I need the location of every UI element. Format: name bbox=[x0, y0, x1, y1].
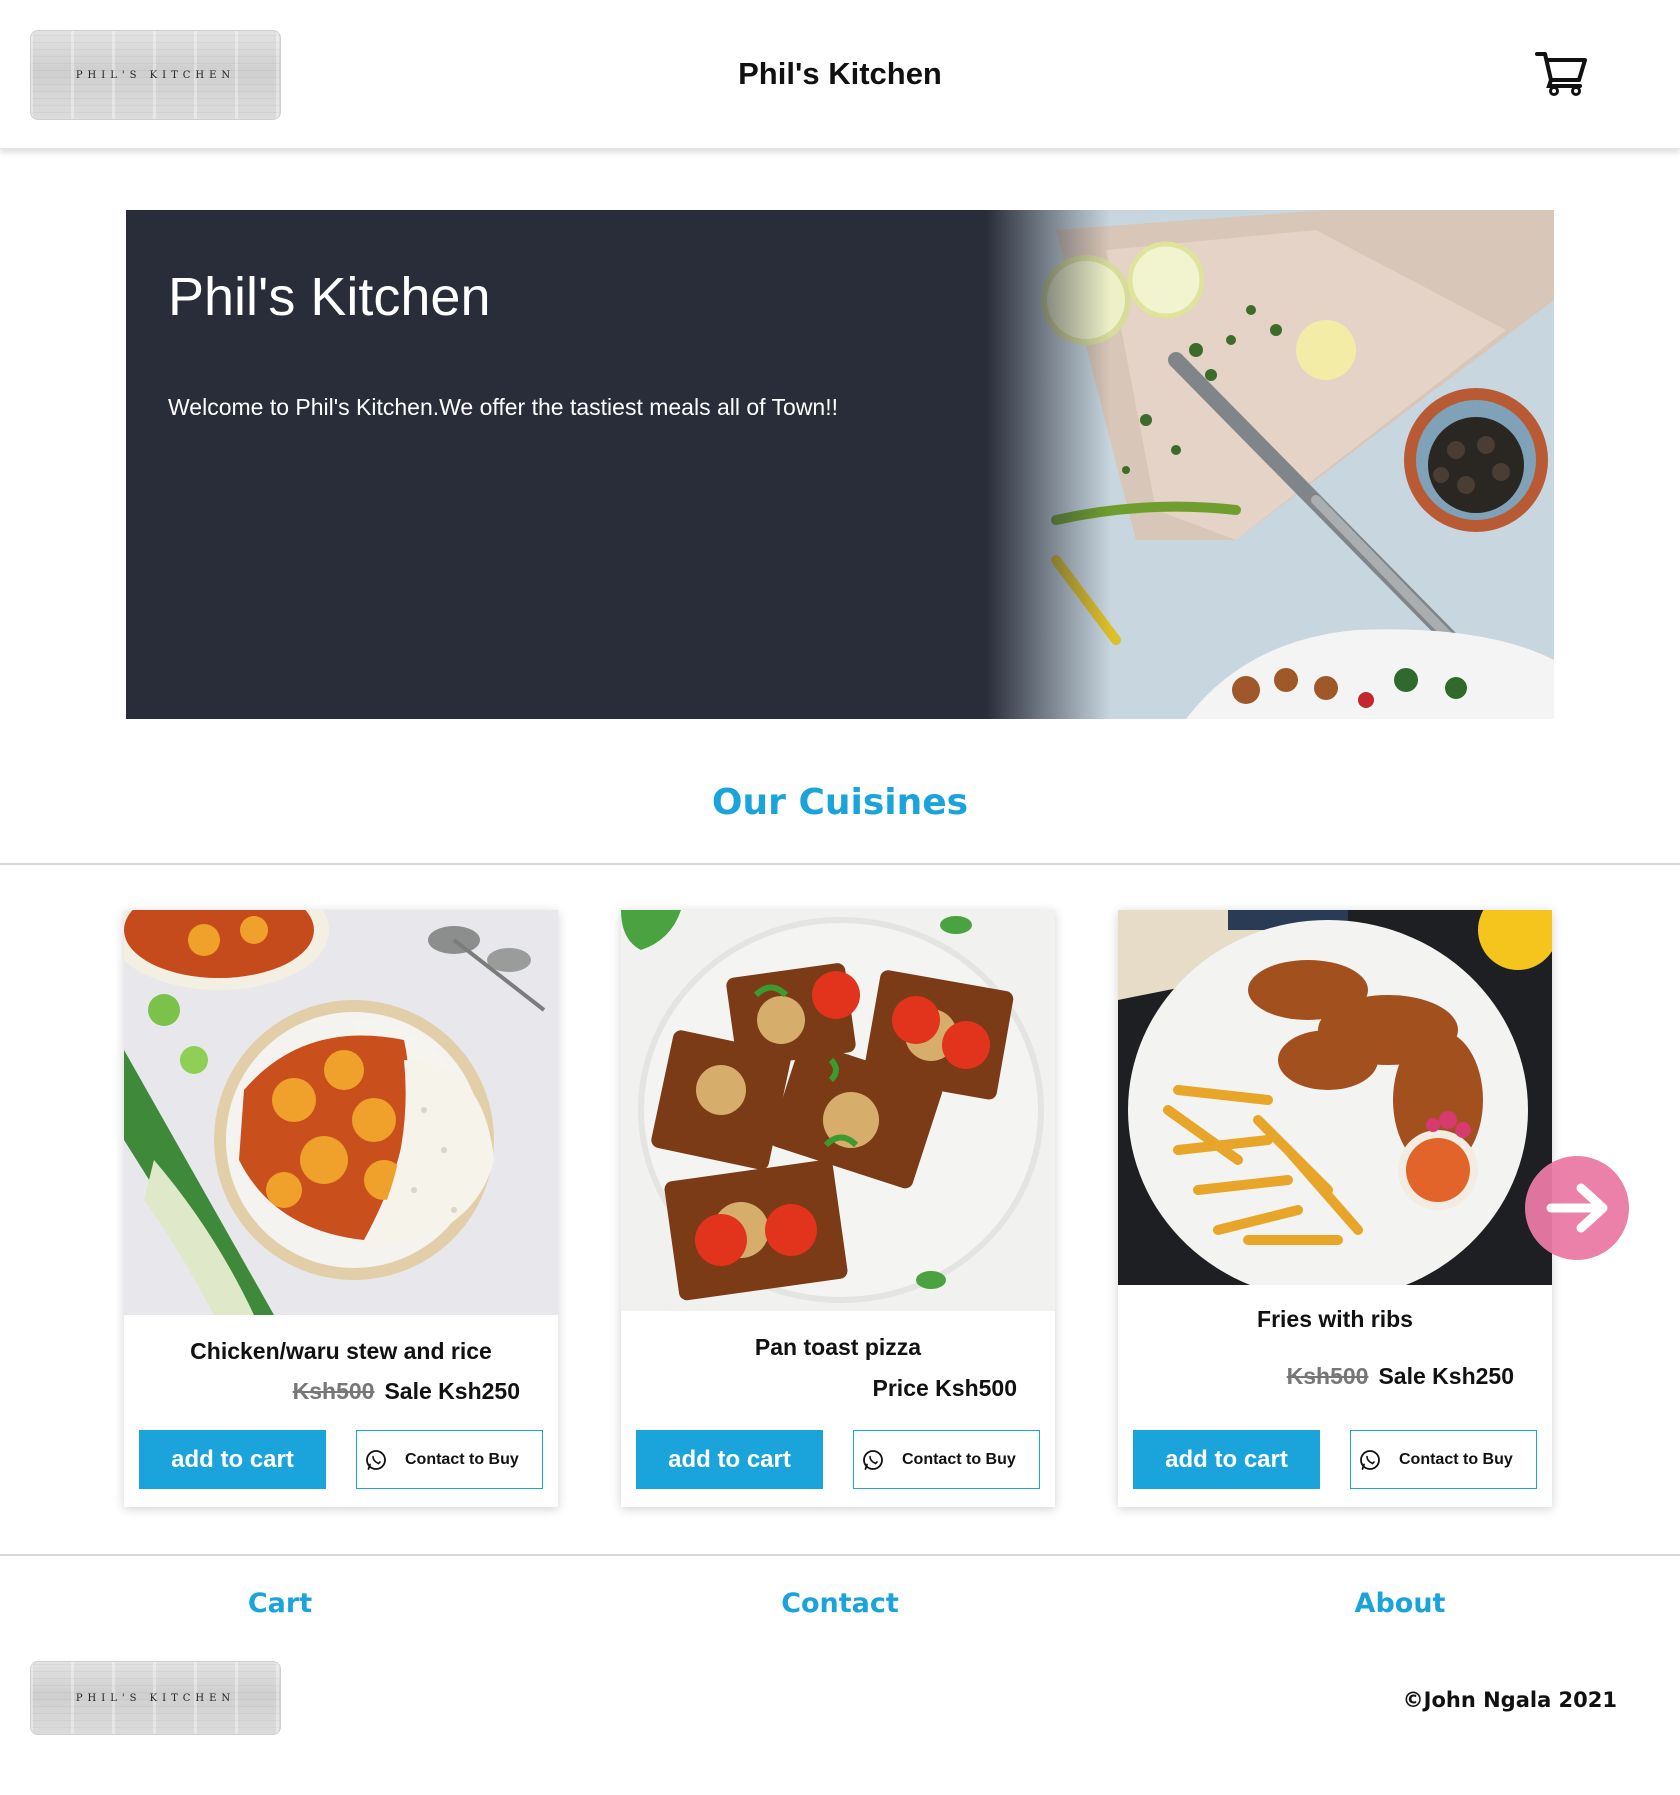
sale-price: Sale Ksh250 bbox=[384, 1378, 520, 1404]
section-title: Our Cuisines bbox=[711, 782, 969, 823]
product-price: Ksh500 Sale Ksh250 bbox=[293, 1378, 520, 1405]
add-to-cart-button[interactable]: add to cart bbox=[139, 1430, 326, 1489]
contact-to-buy-label: Contact to Buy bbox=[1399, 1450, 1513, 1468]
old-price: Ksh500 bbox=[1286, 1363, 1369, 1389]
product-name: Chicken/waru stew and rice bbox=[190, 1338, 492, 1364]
product-name: Fries with ribs bbox=[1257, 1306, 1413, 1332]
whatsapp-icon bbox=[1360, 1449, 1380, 1470]
sale-price: Sale Ksh250 bbox=[1378, 1363, 1514, 1389]
copyright: ©John Ngala 2021 bbox=[1402, 1688, 1617, 1712]
hero-title: Phil's Kitchen bbox=[168, 267, 491, 327]
footer-logo[interactable]: PHIL'S KITCHEN bbox=[30, 1661, 281, 1735]
footer-link-contact[interactable]: Contact bbox=[760, 1588, 920, 1619]
header-title: Phil's Kitchen bbox=[738, 56, 942, 91]
product-card: Fries with ribs Ksh500 Sale Ksh250 add to… bbox=[1118, 910, 1552, 1507]
hero-food-image bbox=[986, 210, 1554, 719]
footer-divider bbox=[0, 1554, 1680, 1556]
carousel-next-button[interactable] bbox=[1525, 1156, 1629, 1260]
product-price: Ksh500 Sale Ksh250 bbox=[1287, 1363, 1514, 1390]
product-price: Price Ksh500 bbox=[873, 1375, 1017, 1402]
site-header: PHIL'S KITCHEN Phil's Kitchen bbox=[0, 0, 1680, 149]
whatsapp-icon bbox=[366, 1449, 386, 1470]
arrow-right-icon bbox=[1546, 1183, 1608, 1233]
footer-link-cart[interactable]: Cart bbox=[200, 1588, 360, 1619]
add-to-cart-button[interactable]: add to cart bbox=[1133, 1430, 1320, 1489]
section-divider bbox=[0, 863, 1680, 865]
logo-text: PHIL'S KITCHEN bbox=[75, 1692, 236, 1704]
hero-banner: Phil's Kitchen Welcome to Phil's Kitchen… bbox=[126, 210, 1554, 719]
footer-link-about[interactable]: About bbox=[1320, 1588, 1480, 1619]
product-image-fries-ribs bbox=[1118, 910, 1552, 1285]
contact-to-buy-label: Contact to Buy bbox=[902, 1450, 1016, 1468]
hero-text: Welcome to Phil's Kitchen.We offer the t… bbox=[168, 394, 838, 420]
contact-to-buy-label: Contact to Buy bbox=[405, 1450, 519, 1468]
shopping-cart-icon[interactable] bbox=[1535, 50, 1587, 96]
product-card: Pan toast pizza Price Ksh500 add to cart… bbox=[621, 910, 1055, 1507]
product-name: Pan toast pizza bbox=[754, 1334, 922, 1360]
contact-to-buy-button[interactable]: Contact to Buy bbox=[1350, 1430, 1537, 1489]
old-price: Ksh500 bbox=[292, 1378, 375, 1404]
product-image-pizza bbox=[621, 910, 1055, 1311]
add-to-cart-button[interactable]: add to cart bbox=[636, 1430, 823, 1489]
regular-price: Price Ksh500 bbox=[872, 1375, 1017, 1401]
product-image-stew bbox=[124, 910, 558, 1315]
contact-to-buy-button[interactable]: Contact to Buy bbox=[853, 1430, 1040, 1489]
contact-to-buy-button[interactable]: Contact to Buy bbox=[356, 1430, 543, 1489]
product-card: Chicken/waru stew and rice Ksh500 Sale Ks… bbox=[124, 910, 558, 1507]
whatsapp-icon bbox=[863, 1449, 883, 1470]
